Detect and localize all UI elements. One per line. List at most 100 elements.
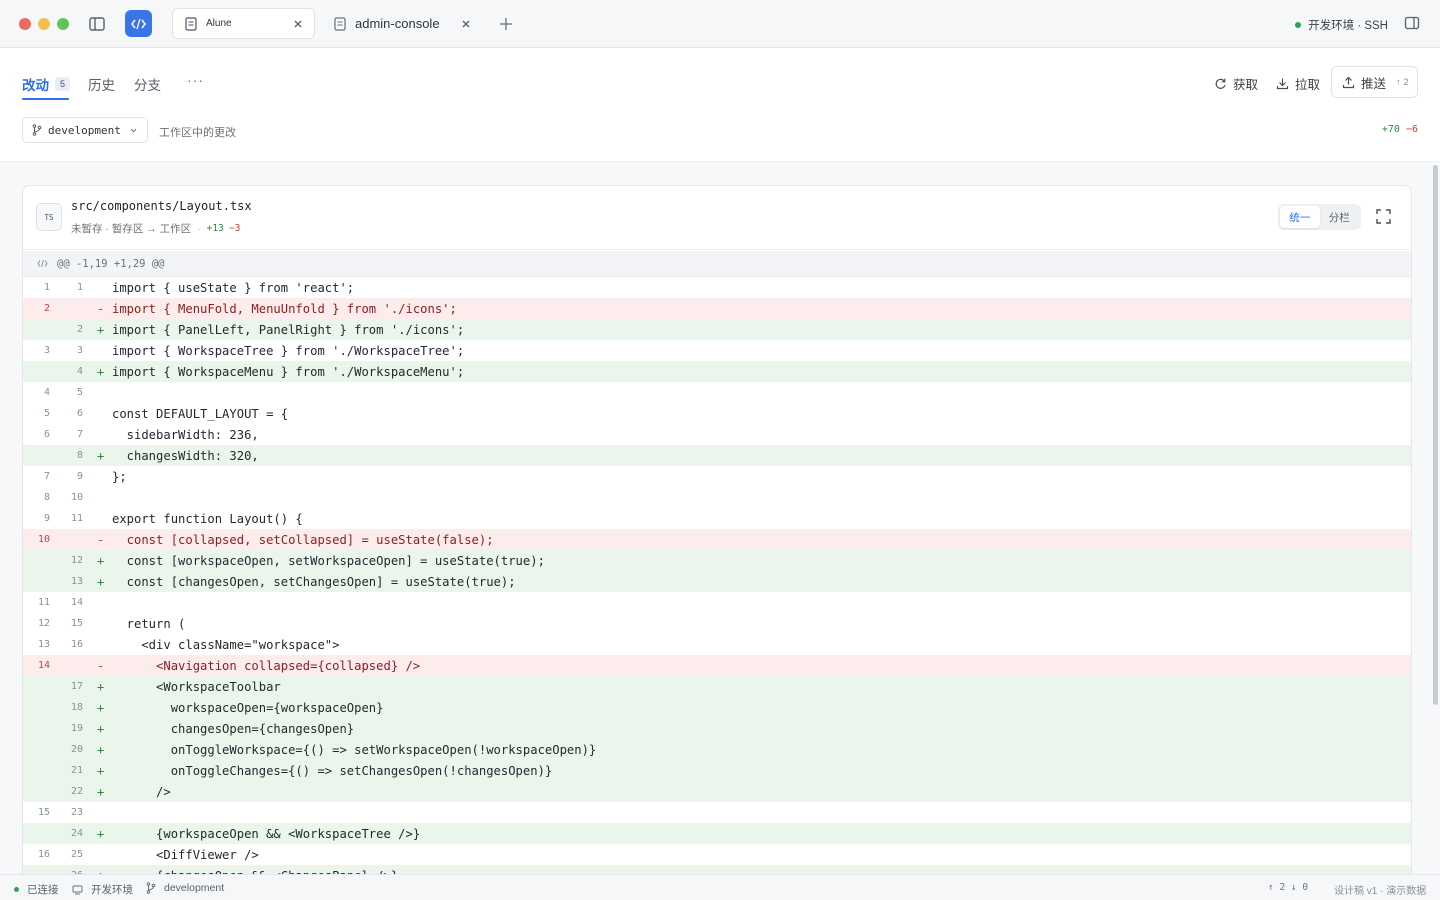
fetch-label: 获取 — [1233, 78, 1259, 92]
diff-line-context[interactable]: 6 7 sidebarWidth: 236, — [23, 424, 1411, 445]
diff-line-removed[interactable]: 10 - const [collapsed, setCollapsed] = us… — [23, 529, 1411, 550]
close-icon[interactable] — [291, 17, 305, 31]
environment-label: 开发环境 · SSH — [1308, 20, 1388, 32]
diff-marker: + — [97, 574, 105, 589]
file-additions: +13 — [206, 223, 224, 234]
code-text: sidebarWidth: 236, — [112, 427, 259, 442]
code-icon — [37, 259, 48, 268]
diff-marker: + — [97, 742, 105, 757]
diff-marker: + — [97, 448, 105, 463]
branch-icon — [146, 882, 156, 894]
new-line-number: 1 — [76, 282, 83, 293]
sync-status: ↑ 2 ↓ 0 — [1268, 882, 1309, 893]
connection-status: 已连接 — [14, 882, 59, 897]
push-button[interactable]: 推送 ↑ 2 — [1331, 66, 1418, 98]
environment-status[interactable]: 开发环境 — [72, 882, 133, 897]
connection-dot — [1295, 22, 1302, 28]
tab-branches[interactable]: 分支 — [134, 74, 161, 94]
total-diff-stats: +70 −6 — [1382, 124, 1418, 135]
diff-line-context[interactable]: 1 1 import { useState } from 'react'; — [23, 277, 1411, 298]
diff-line-added[interactable]: 17 + <WorkspaceToolbar — [23, 676, 1411, 697]
code-text: import { MenuFold, MenuUnfold } from './… — [112, 301, 457, 316]
file-path[interactable]: src/components/Layout.tsx — [71, 199, 252, 213]
old-line-number: 8 — [43, 492, 50, 503]
diff-line-added[interactable]: 8 + changesWidth: 320, — [23, 445, 1411, 466]
branch-row: development 工作区中的更改 +70 −6 — [0, 110, 1440, 162]
more-menu-button[interactable]: ··· — [187, 72, 204, 88]
tab-admin-console[interactable]: admin-console — [322, 8, 482, 39]
diff-line-added[interactable]: 12 + const [workspaceOpen, setWorkspaceOp… — [23, 550, 1411, 571]
diff-line-context[interactable]: 3 3 import { WorkspaceTree } from './Works… — [23, 340, 1411, 361]
diff-line-added[interactable]: 20 + onToggleWorkspace={() => setWorkspac… — [23, 739, 1411, 760]
code-text: onToggleWorkspace={() => setWorkspaceOpe… — [112, 742, 597, 757]
diff-line-added[interactable]: 22 + /> — [23, 781, 1411, 802]
file-status: 未暂存 · 暂存区 → 工作区 — [71, 223, 192, 235]
old-line-number: 2 — [43, 303, 50, 314]
sidebar-toggle-icon[interactable] — [88, 15, 106, 33]
diff-marker: + — [97, 784, 105, 799]
file-icon — [334, 16, 346, 31]
tab-history-label: 历史 — [88, 78, 115, 93]
diff-line-context[interactable]: 12 15 return ( — [23, 613, 1411, 634]
new-line-number: 23 — [70, 807, 83, 818]
diff-line-context[interactable]: 45 — [23, 382, 1411, 403]
diff-line-added[interactable]: 13 + const [changesOpen, setChangesOpen] … — [23, 571, 1411, 592]
status-bar: 已连接 开发环境 development ↑ 2 ↓ 0 设计稿 v1 · 演示… — [0, 874, 1440, 900]
branch-status[interactable]: development — [146, 882, 224, 894]
new-line-number: 20 — [70, 744, 83, 755]
diff-line-context[interactable]: 7 9}; — [23, 466, 1411, 487]
expand-icon[interactable] — [1376, 209, 1391, 224]
code-text: import { WorkspaceTree } from './Workspa… — [112, 343, 465, 358]
diff-line-added[interactable]: 21 + onToggleChanges={() => setChangesOpe… — [23, 760, 1411, 781]
diff-line-context[interactable]: 8 10 — [23, 487, 1411, 508]
panel-right-icon[interactable] — [1404, 15, 1420, 31]
plus-icon[interactable] — [498, 16, 514, 32]
changes-count-badge: 5 — [55, 77, 71, 91]
scrollbar[interactable] — [1433, 165, 1438, 705]
diff-line-added[interactable]: 26+ {changesOpen && <ChangesPanel />} — [23, 865, 1411, 874]
new-line-number: 5 — [76, 387, 83, 398]
diff-line-context[interactable]: 13 16 <div className="workspace"> — [23, 634, 1411, 655]
hunk-header: @@ -1,19 +1,29 @@ — [23, 251, 1411, 277]
diff-line-context[interactable]: 11 14 — [23, 592, 1411, 613]
diff-lines: 1 1 import { useState } from 'react'; 2- imp… — [23, 277, 1411, 874]
view-unified-button[interactable]: 统一 — [1280, 206, 1320, 228]
diff-line-context[interactable]: 9 11 export function Layout() { — [23, 508, 1411, 529]
diff-marker: - — [97, 658, 105, 673]
diff-line-added[interactable]: 18 + workspaceOpen={workspaceOpen} — [23, 697, 1411, 718]
code-text: const [collapsed, setCollapsed] = useSta… — [112, 532, 494, 547]
tab-changes[interactable]: 改动 5 — [22, 74, 71, 94]
diff-line-added[interactable]: 24 + {workspaceOpen && <WorkspaceTree />} — [23, 823, 1411, 844]
diff-line-added[interactable]: 4 + import { WorkspaceMenu } from './Works… — [23, 361, 1411, 382]
view-split-button[interactable]: 分栏 — [1320, 206, 1360, 228]
new-line-number: 14 — [70, 597, 83, 608]
tab-branches-label: 分支 — [134, 78, 161, 93]
tab-changes-label: 改动 — [22, 78, 49, 93]
old-line-number: 9 — [43, 513, 50, 524]
new-line-number: 22 — [70, 786, 83, 797]
window-close-button[interactable] — [19, 18, 31, 30]
pull-button[interactable]: 拉取 — [1276, 74, 1320, 93]
file-deletions: −3 — [228, 223, 241, 234]
tab-history[interactable]: 历史 — [88, 74, 115, 94]
diff-line-removed[interactable]: 2 - import { MenuFold, MenuUnfold } from '… — [23, 298, 1411, 319]
diff-line-removed[interactable]: 14 - <Navigation collapsed={collapsed} /> — [23, 655, 1411, 676]
diff-line-context[interactable]: 5 6 const DEFAULT_LAYOUT = { — [23, 403, 1411, 424]
new-line-number: 3 — [76, 345, 83, 356]
diff-line-context[interactable]: 16 25 <DiffViewer /> — [23, 844, 1411, 865]
diff-marker: - — [97, 532, 105, 547]
diff-line-context[interactable]: 15 23 — [23, 802, 1411, 823]
diff-line-added[interactable]: 2 + import { PanelLeft, PanelRight } from … — [23, 319, 1411, 340]
diff-line-added[interactable]: 19 + changesOpen={changesOpen} — [23, 718, 1411, 739]
code-text: import { useState } from 'react'; — [112, 280, 355, 295]
window-zoom-button[interactable] — [57, 18, 69, 30]
code-text: <WorkspaceToolbar — [112, 679, 281, 694]
branch-selector[interactable]: development — [22, 117, 148, 143]
fetch-button[interactable]: 获取 — [1214, 74, 1258, 93]
environment-indicator[interactable]: 开发环境 · SSH — [1295, 17, 1388, 33]
tab-alune[interactable]: Alune — [172, 8, 315, 39]
window-minimize-button[interactable] — [38, 18, 50, 30]
close-icon[interactable] — [459, 17, 473, 31]
app-logo[interactable] — [125, 10, 152, 37]
new-line-number: 12 — [70, 555, 83, 566]
